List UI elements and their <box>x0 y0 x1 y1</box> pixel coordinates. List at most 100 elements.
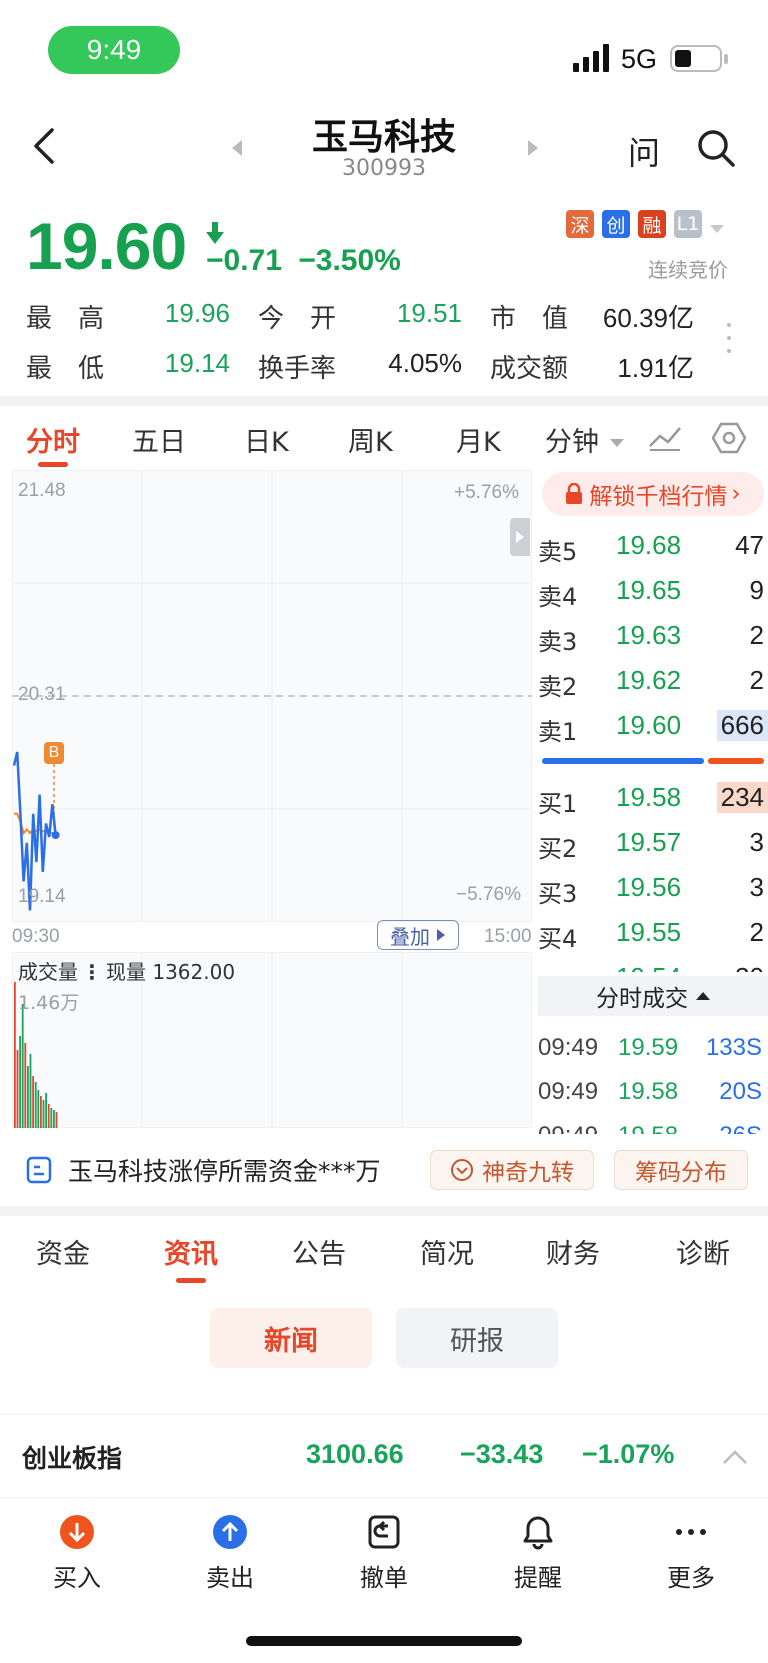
nav-alert-label: 提醒 <box>514 1564 562 1592</box>
y-axis-low: 19.14 <box>18 886 66 907</box>
bid-row-1[interactable]: 买1 19.58 234 <box>538 776 768 820</box>
bid-volume: 3 <box>749 827 764 857</box>
minute-dropdown-icon[interactable] <box>610 434 624 453</box>
bid-ask-ratio-bar <box>542 758 764 764</box>
nav-sell[interactable]: 卖出 <box>175 1512 285 1593</box>
tab-funds[interactable]: 资金 <box>36 1232 90 1271</box>
stat-value-mktcap: 60.39亿 <box>602 303 694 333</box>
bid-label: 买3 <box>538 880 578 908</box>
chip-distribution-button[interactable]: 筹码分布 <box>614 1150 748 1190</box>
bell-icon <box>518 1512 558 1552</box>
magic-nine-button[interactable]: 神奇九转 <box>430 1150 594 1190</box>
badge-sz[interactable]: 深 <box>566 210 594 238</box>
nav-more[interactable]: 更多 <box>636 1512 746 1593</box>
bid-price: 19.55 <box>616 917 682 947</box>
tab-five-day[interactable]: 五日 <box>132 420 186 459</box>
network-label: 5G <box>621 44 658 74</box>
signal-icon <box>573 44 613 72</box>
more-stats-icon[interactable] <box>726 322 732 358</box>
nav-alert[interactable]: 提醒 <box>483 1512 593 1593</box>
tab-minute[interactable]: 分钟 <box>545 420 599 459</box>
tick-volume: 26S <box>719 1122 762 1134</box>
ask-volume: 9 <box>749 575 764 605</box>
badge-gem[interactable]: 创 <box>602 210 630 238</box>
unlock-depth-button[interactable]: 解锁千档行情 › <box>542 472 764 516</box>
ask-volume: 666 <box>716 710 768 741</box>
ask-label: 卖2 <box>538 673 578 701</box>
ask-price: 19.68 <box>616 530 682 560</box>
volume-bar <box>34 1082 37 1128</box>
bid-row-2[interactable]: 买2 19.57 3 <box>538 821 768 865</box>
stat-value-low: 19.14 <box>164 348 230 378</box>
volume-bar <box>21 1004 24 1128</box>
ticks-header[interactable]: 分时成交 <box>538 976 768 1016</box>
ask-row-1[interactable]: 卖1 19.60 666 <box>538 704 768 748</box>
tab-diagnosis[interactable]: 诊断 <box>676 1232 730 1271</box>
tab-news-feed[interactable]: 资讯 <box>164 1232 218 1271</box>
ask-icon[interactable]: 问 <box>628 128 660 174</box>
subtab-research[interactable]: 研报 <box>396 1308 558 1368</box>
chip-distribution-label: 筹码分布 <box>635 1160 727 1186</box>
stat-label-low: 最 低 <box>26 354 105 384</box>
tick-price: 19.58 <box>618 1078 679 1105</box>
search-icon[interactable] <box>696 128 736 172</box>
index-ticker-bar[interactable]: 创业板指 3100.66 −33.43 −1.07% <box>0 1414 768 1498</box>
nav-buy[interactable]: 买入 <box>22 1512 132 1593</box>
promo-banner[interactable]: 玉马科技涨停所需资金***万 <box>26 1150 381 1190</box>
volume-bar <box>42 1100 45 1128</box>
tick-row: 09:49 19.58 20S <box>538 1078 768 1106</box>
nav-cancel-order[interactable]: 撤单 <box>329 1512 439 1593</box>
volume-bar <box>50 1108 53 1128</box>
settings-hexagon-icon[interactable] <box>711 422 747 458</box>
x-axis-start: 09:30 <box>12 926 60 947</box>
overlay-button[interactable]: 叠加 <box>377 920 459 950</box>
ask-volume: 2 <box>749 665 764 695</box>
bid-price: 19.57 <box>616 827 682 857</box>
last-price-dot <box>51 831 60 840</box>
subtab-news[interactable]: 新闻 <box>210 1308 372 1368</box>
tick-volume: 133S <box>705 1034 762 1061</box>
badge-dropdown-icon[interactable] <box>710 220 724 239</box>
volume-bar <box>55 1112 58 1128</box>
ask-row-4[interactable]: 卖4 19.65 9 <box>538 569 768 613</box>
promo-text: 玉马科技涨停所需资金***万 <box>68 1157 381 1186</box>
unlock-depth-label: 解锁千档行情 <box>589 484 728 510</box>
more-dots-icon <box>671 1512 711 1552</box>
ask-row-5[interactable]: 卖5 19.68 47 <box>538 524 768 568</box>
intraday-price-chart[interactable] <box>12 470 532 922</box>
nav-buy-label: 买入 <box>53 1564 101 1592</box>
badge-margin[interactable]: 融 <box>638 210 666 238</box>
tab-announcements[interactable]: 公告 <box>292 1232 346 1271</box>
pct-axis-high: +5.76% <box>454 482 519 503</box>
tab-weekly-k[interactable]: 周K <box>348 420 393 459</box>
tab-financials[interactable]: 财务 <box>546 1232 600 1271</box>
pct-axis-low: −5.76% <box>456 884 521 905</box>
bid-volume: 3 <box>749 872 764 902</box>
ask-row-2[interactable]: 卖2 19.62 2 <box>538 659 768 703</box>
tab-intraday[interactable]: 分时 <box>26 420 80 459</box>
bid-price: 19.54 <box>616 962 681 972</box>
buy-arrow-icon <box>57 1512 97 1552</box>
next-stock-icon[interactable] <box>526 140 538 160</box>
unlock-chevron-icon: › <box>731 481 741 507</box>
bid-volume: 2 <box>749 917 764 947</box>
ask-price: 19.63 <box>616 620 682 650</box>
chevron-up-icon[interactable] <box>722 1449 748 1465</box>
chevron-circle-icon <box>451 1159 473 1181</box>
tab-monthly-k[interactable]: 月K <box>456 420 501 459</box>
bid-row-5[interactable]: 买5 19.54 30 <box>538 956 768 972</box>
indicator-line-icon[interactable] <box>648 424 682 456</box>
tick-price: 19.59 <box>618 1034 679 1061</box>
tab-profile[interactable]: 简况 <box>420 1232 474 1271</box>
ticks-expand-icon <box>696 992 710 1000</box>
ask-row-3[interactable]: 卖3 19.63 2 <box>538 614 768 658</box>
volume-bar <box>29 1054 32 1128</box>
battery-icon <box>670 44 730 78</box>
badge-level[interactable]: L1 <box>674 210 702 238</box>
stat-value-amount: 1.91亿 <box>617 353 694 383</box>
bid-row-4[interactable]: 买4 19.55 2 <box>538 911 768 955</box>
bid-row-3[interactable]: 买3 19.56 3 <box>538 866 768 910</box>
collapse-panel-icon[interactable] <box>510 518 530 556</box>
buy-marker-badge[interactable]: B <box>44 742 64 764</box>
tab-daily-k[interactable]: 日K <box>244 420 289 459</box>
